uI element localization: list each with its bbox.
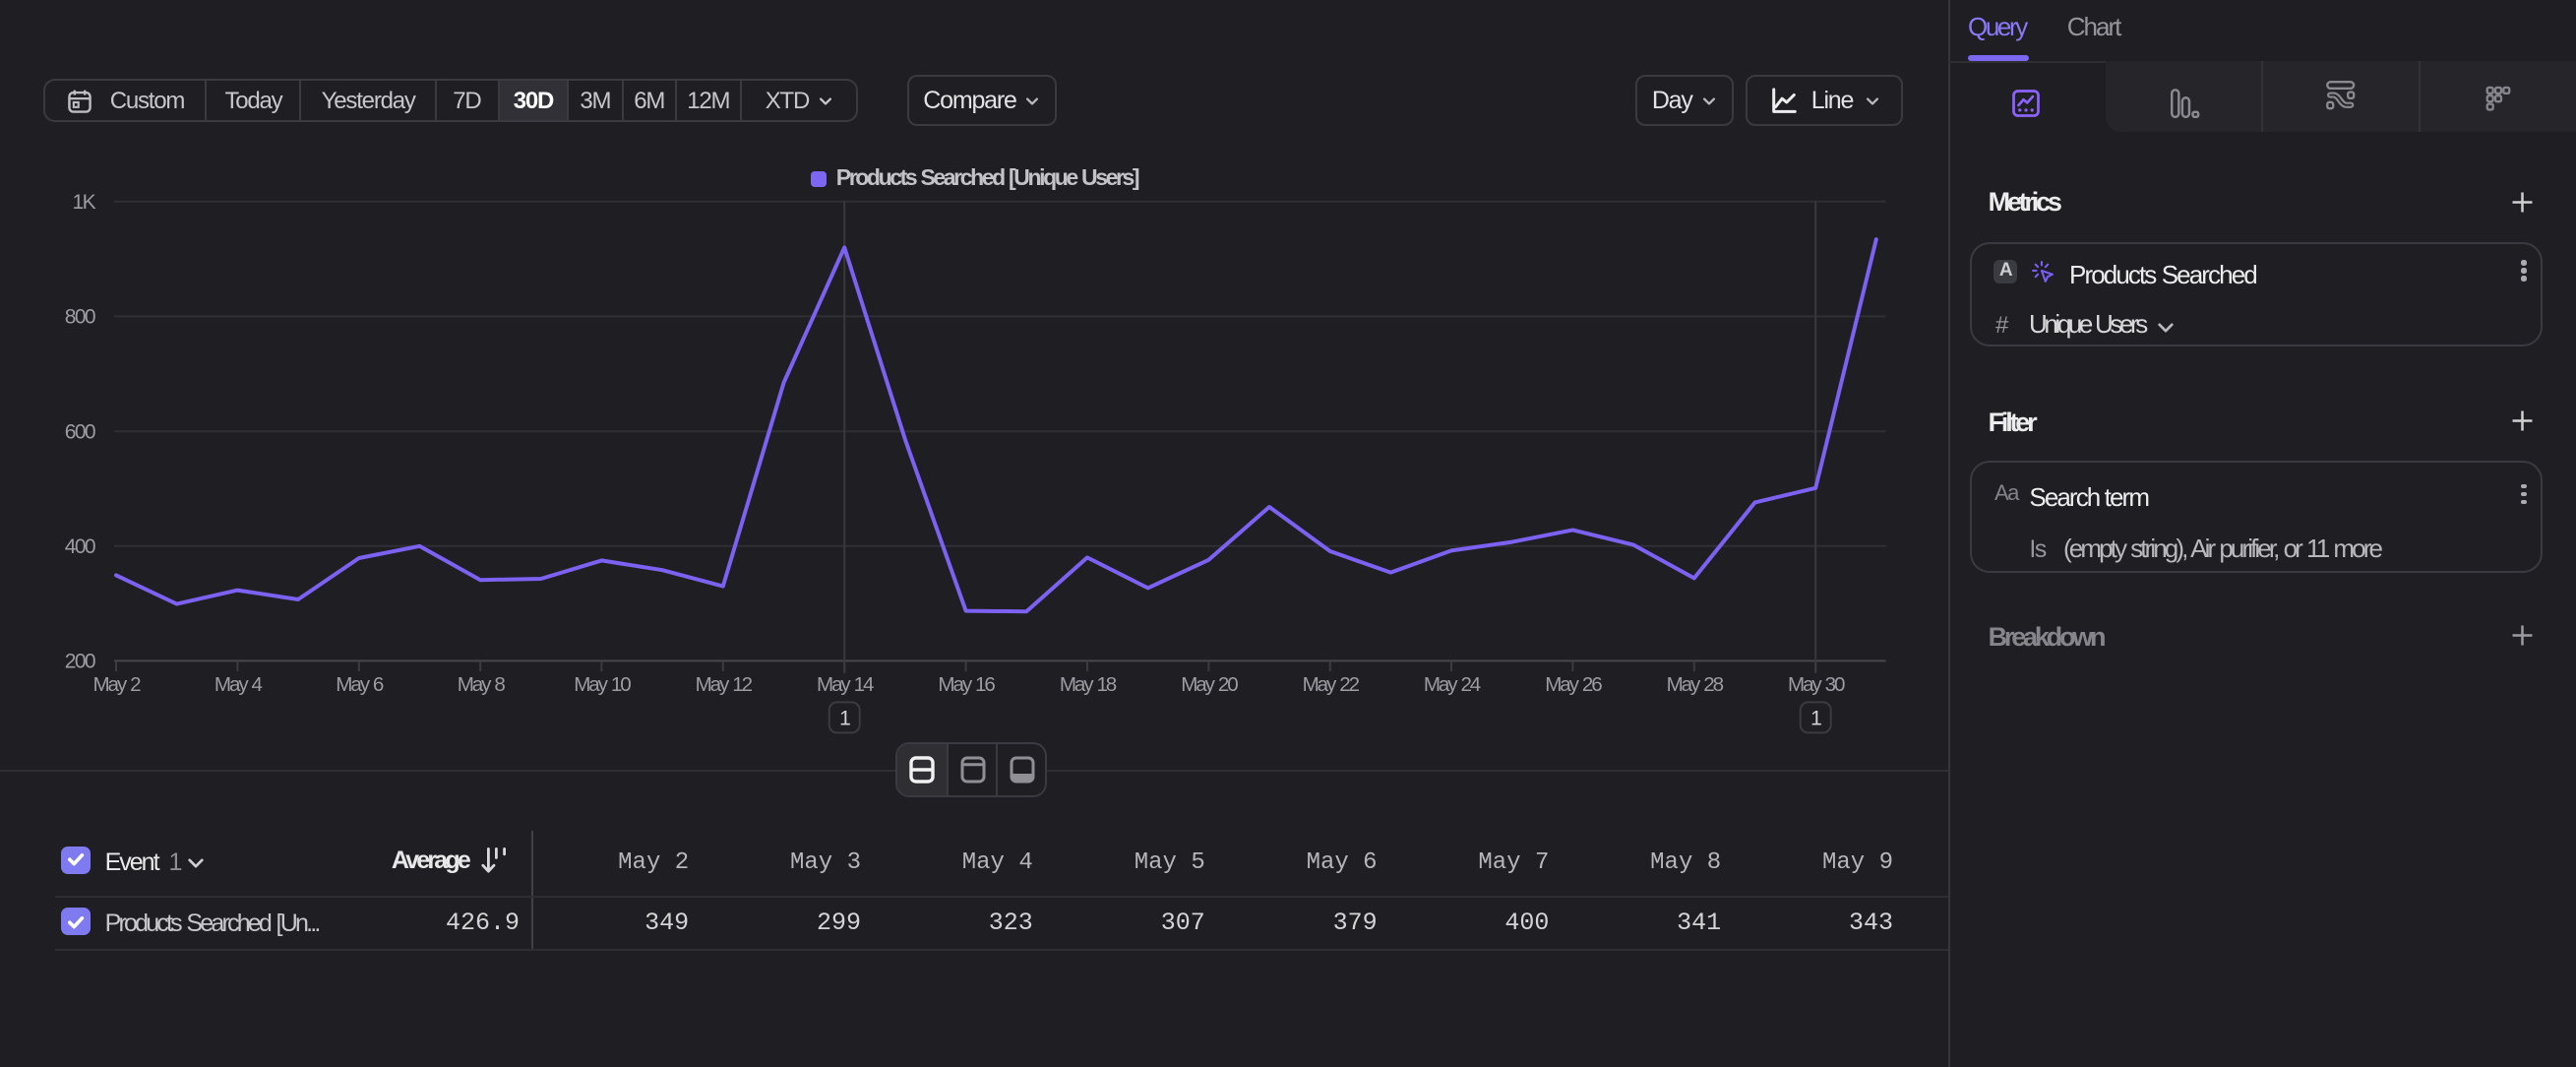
svg-text:May 4: May 4	[215, 673, 263, 696]
svg-text:May 26: May 26	[1545, 673, 1602, 696]
svg-text:200: 200	[65, 651, 95, 673]
svg-text:1: 1	[1810, 707, 1821, 729]
svg-text:May 30: May 30	[1788, 673, 1845, 696]
svg-text:May 28: May 28	[1667, 673, 1724, 696]
svg-text:May 10: May 10	[574, 673, 631, 696]
svg-text:1K: 1K	[73, 191, 96, 214]
svg-text:May 22: May 22	[1303, 673, 1360, 696]
svg-text:800: 800	[65, 306, 95, 329]
svg-text:May 2: May 2	[93, 673, 142, 696]
svg-text:May 24: May 24	[1424, 673, 1481, 696]
svg-text:600: 600	[65, 420, 95, 443]
svg-text:May 8: May 8	[458, 673, 506, 696]
svg-text:May 16: May 16	[938, 673, 995, 696]
svg-text:May 18: May 18	[1060, 673, 1117, 696]
svg-text:May 14: May 14	[817, 673, 874, 696]
svg-text:1: 1	[839, 707, 850, 729]
svg-text:May 12: May 12	[696, 673, 753, 696]
svg-text:May 20: May 20	[1181, 673, 1238, 696]
svg-text:May 6: May 6	[336, 673, 384, 696]
svg-text:400: 400	[65, 535, 95, 558]
